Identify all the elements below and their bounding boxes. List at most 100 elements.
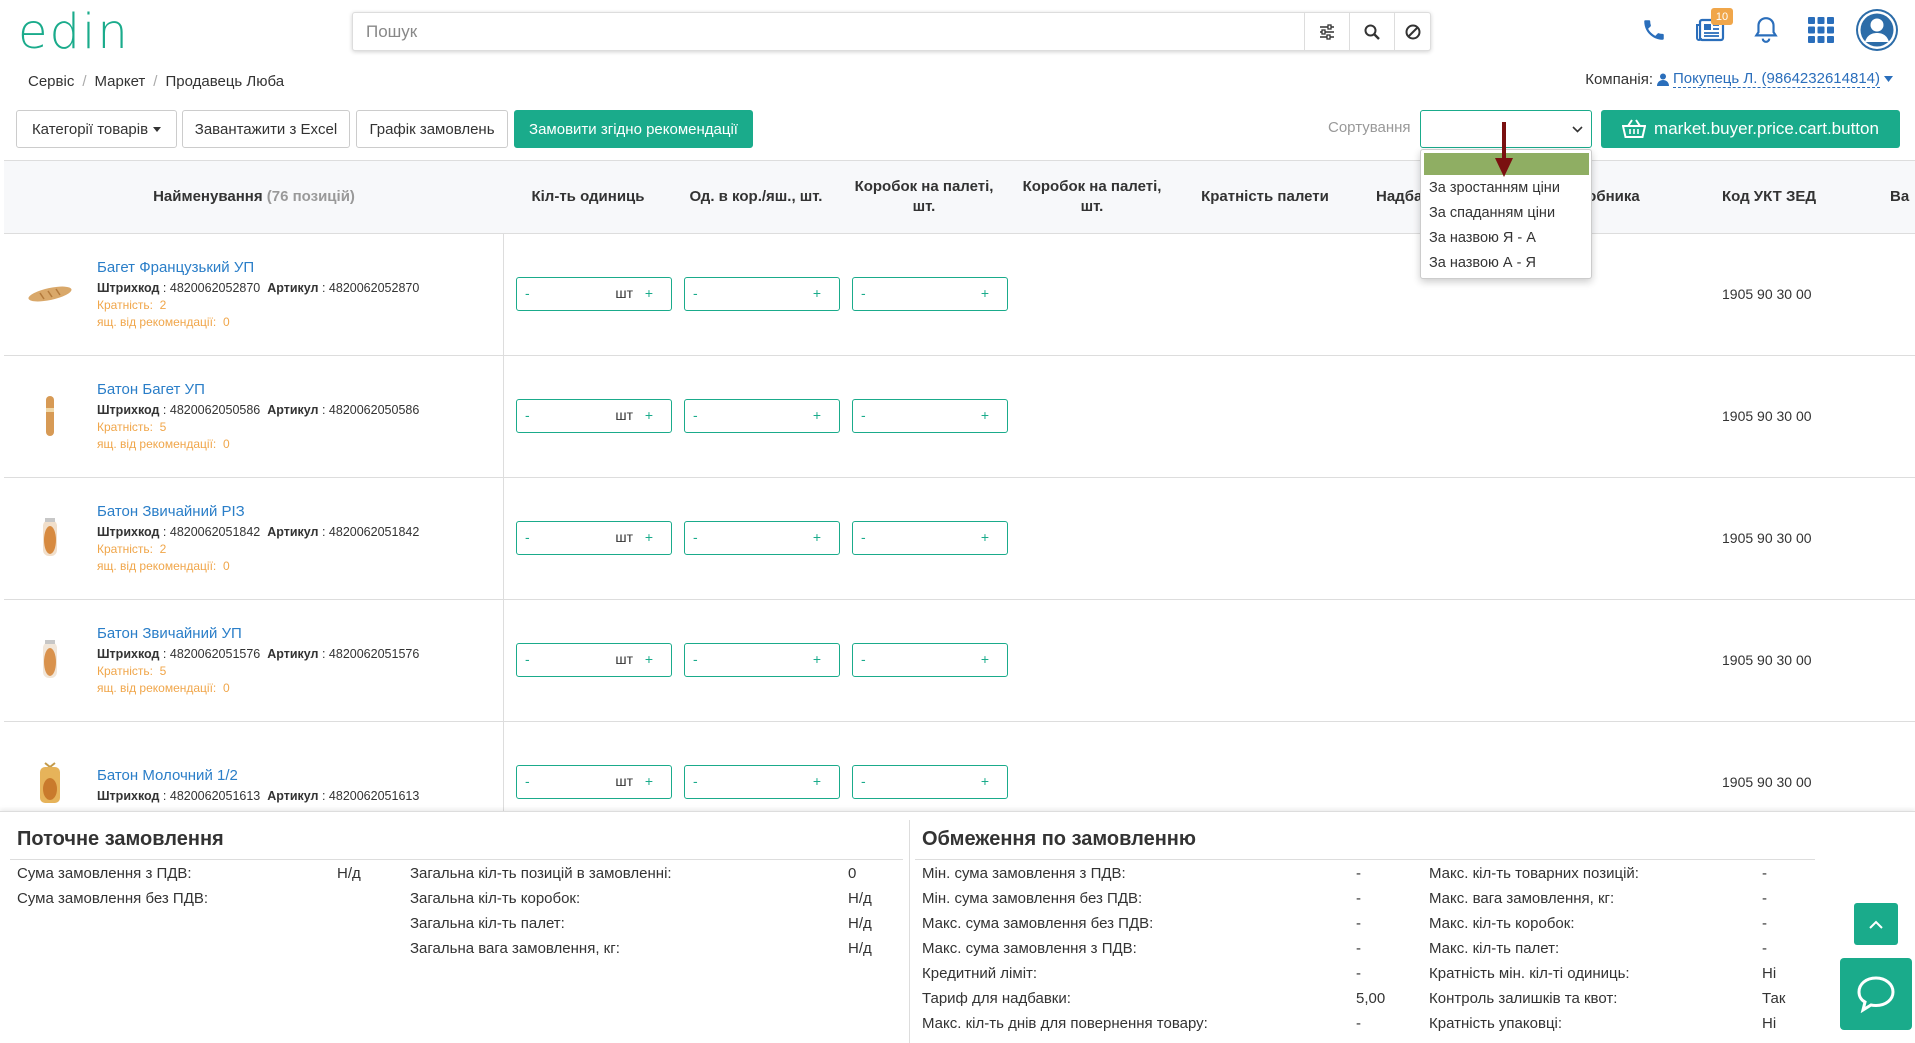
search-button[interactable] [1349,13,1394,50]
decrement-button[interactable]: - [525,651,530,667]
column-header-units-per-box[interactable]: Од. в кор./яш., шт. [672,161,840,233]
cart-button[interactable]: market.buyer.price.cart.button [1601,110,1900,148]
barcode-label: Штрихкод [97,281,160,295]
boxes-stepper[interactable]: - + [684,643,840,677]
user-avatar[interactable] [1856,9,1898,51]
clear-search-button[interactable] [1394,13,1431,50]
decrement-button[interactable]: - [525,407,530,423]
boxes-stepper[interactable]: - + [684,399,840,433]
product-name-link[interactable]: Батон Багет УП [97,381,205,398]
decrement-button[interactable]: - [861,529,866,545]
increment-button[interactable]: + [645,407,653,423]
edin-logo[interactable]: edin [18,6,130,58]
max-sum-vat-value: - [1356,940,1361,957]
order-by-recommendation-button[interactable]: Замовити згідно рекомендації [514,110,753,148]
increment-button[interactable]: + [981,407,989,423]
increment-button[interactable]: + [813,651,821,667]
phone-button[interactable] [1636,12,1672,48]
column-header-extra[interactable]: Ва [1890,161,1915,233]
increment-button[interactable]: + [813,773,821,789]
pallets-stepper[interactable]: - + [852,521,1008,555]
qty-units-stepper[interactable]: - шт + [516,521,672,555]
increment-button[interactable]: + [813,407,821,423]
qty-units-stepper[interactable]: - шт + [516,643,672,677]
sort-option-name-desc[interactable]: За назвою Я - А [1429,230,1536,246]
increment-button[interactable]: + [981,529,989,545]
increment-button[interactable]: + [645,651,653,667]
product-codes: Штрихкод : 4820062051613 Артикул : 48200… [97,789,420,803]
decrement-button[interactable]: - [861,773,866,789]
unit-label: шт [615,773,633,789]
decrement-button[interactable]: - [861,285,866,301]
product-name-link[interactable]: Батон Звичайний РІЗ [97,503,245,520]
categories-dropdown-button[interactable]: Категорії товарів [16,110,177,148]
increment-button[interactable]: + [813,285,821,301]
max-boxes-label: Макс. кіл-ть коробок: [1429,915,1575,932]
increment-button[interactable]: + [981,285,989,301]
pallets-stepper[interactable]: - + [852,399,1008,433]
increment-button[interactable]: + [981,651,989,667]
boxes-stepper[interactable]: - + [684,521,840,555]
unit-label: шт [615,285,633,301]
increment-button[interactable]: + [813,529,821,545]
order-limits-title: Обмеження по замовленню [922,828,1196,850]
decrement-button[interactable]: - [861,651,866,667]
recommendation-label: ящ. від рекомендації: [97,681,217,695]
product-name-link[interactable]: Батон Звичайний УП [97,625,242,642]
product-name-link[interactable]: Багет Французький УП [97,259,254,276]
pallets-stepper[interactable]: - + [852,643,1008,677]
decrement-button[interactable]: - [525,529,530,545]
pallets-stepper[interactable]: - + [852,765,1008,799]
upload-excel-button[interactable]: Завантажити з Excel [182,110,350,148]
categories-label: Категорії товарів [31,120,149,138]
decrement-button[interactable]: - [525,285,530,301]
caret-down-icon[interactable] [1884,76,1893,82]
sort-option-price-desc[interactable]: За спаданням ціни [1429,205,1555,221]
product-image[interactable] [22,264,78,324]
pallets-stepper[interactable]: - + [852,277,1008,311]
increment-button[interactable]: + [645,773,653,789]
order-schedule-button[interactable]: Графік замовлень [356,110,508,148]
panel-divider [909,820,910,1043]
boxes-stepper[interactable]: - + [684,765,840,799]
column-header-qty-units[interactable]: Кіл-ть одиниць [504,161,672,233]
decrement-button[interactable]: - [693,407,698,423]
sort-option-price-asc[interactable]: За зростанням ціни [1429,180,1560,196]
column-header-boxes-per-pallet-2[interactable]: Коробок на палеті, шт. [1012,161,1172,233]
table-row: Батон Звичайний УП Штрихкод : 4820062051… [4,600,1915,722]
article-value: 4820062051576 [328,647,420,661]
qty-units-stepper[interactable]: - шт + [516,277,672,311]
boxes-stepper[interactable]: - + [684,277,840,311]
column-header-ukt-code[interactable]: Код УКТ ЗЕД [1694,161,1844,233]
decrement-button[interactable]: - [693,651,698,667]
increment-button[interactable]: + [981,773,989,789]
company-dropdown-link[interactable]: Покупець Л. (9864232614814) [1672,70,1880,88]
breadcrumb-item-service[interactable]: Сервіс [28,73,74,90]
product-name-link[interactable]: Батон Молочний 1/2 [97,767,238,784]
column-header-name[interactable]: Найменування (76 позицій) [4,161,504,233]
product-image[interactable] [22,508,78,568]
column-header-boxes-per-pallet[interactable]: Коробок на палеті, шт. [844,161,1004,233]
chat-button[interactable] [1840,958,1912,1030]
decrement-button[interactable]: - [861,407,866,423]
decrement-button[interactable]: - [525,773,530,789]
increment-button[interactable]: + [645,529,653,545]
increment-button[interactable]: + [645,285,653,301]
decrement-button[interactable]: - [693,773,698,789]
sort-option-name-asc[interactable]: За назвою А - Я [1429,255,1536,271]
scroll-to-top-button[interactable] [1854,903,1898,945]
product-image[interactable] [22,630,78,690]
column-header-pallet-multiplicity[interactable]: Кратність палети [1180,161,1350,233]
product-image[interactable] [22,752,78,812]
qty-units-stepper[interactable]: - шт + [516,399,672,433]
qty-units-stepper[interactable]: - шт + [516,765,672,799]
apps-button[interactable] [1803,12,1839,48]
product-cell: Батон Молочний 1/2 Штрихкод : 4820062051… [4,722,504,812]
decrement-button[interactable]: - [693,529,698,545]
notifications-button[interactable] [1748,12,1784,48]
search-input[interactable] [353,13,1304,50]
product-image[interactable] [22,386,78,446]
decrement-button[interactable]: - [693,285,698,301]
breadcrumb-item-market[interactable]: Маркет [95,73,146,90]
filter-button[interactable] [1304,13,1349,50]
